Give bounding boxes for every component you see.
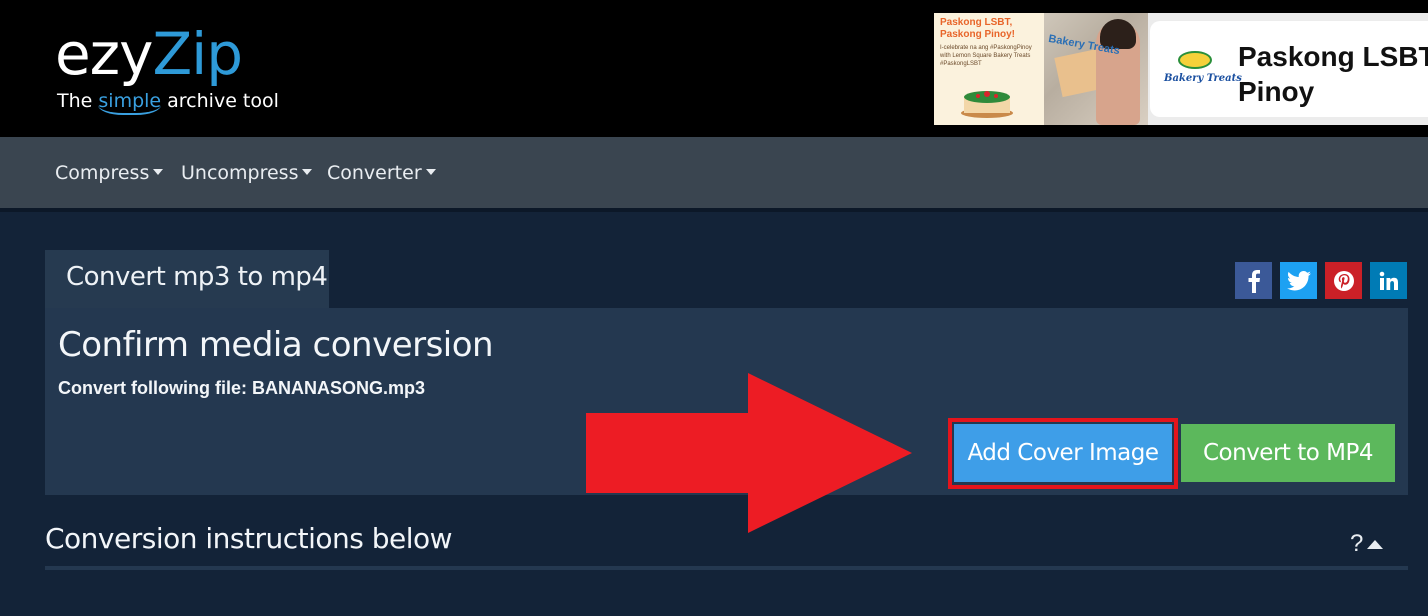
caret-down-icon xyxy=(153,169,164,175)
tab-label: Convert mp3 to mp4 xyxy=(66,262,328,292)
main-navbar: Compress Uncompress Converter xyxy=(0,137,1428,208)
ezyzip-logo[interactable]: ezyZip xyxy=(55,20,243,88)
ad-card: Bakery Treats Paskong LSBT, Pinoy xyxy=(1150,21,1428,117)
ad-promo-panel: Paskong LSBT, Paskong Pinoy! I-celebrate… xyxy=(934,13,1044,125)
tagline-highlight: simple xyxy=(98,90,162,115)
nav-uncompress-label: Uncompress xyxy=(181,162,299,184)
caret-down-icon xyxy=(302,169,313,175)
twitter-share-button[interactable] xyxy=(1280,262,1317,299)
convert-to-mp4-button[interactable]: Convert to MP4 xyxy=(1181,424,1395,482)
linkedin-icon xyxy=(1379,271,1398,290)
ad-left-subtext: I-celebrate na ang #PaskongPinoy with Le… xyxy=(940,45,1032,67)
ad-title-line2: Pinoy xyxy=(1238,76,1315,107)
help-icon: ? xyxy=(1350,530,1364,557)
bakery-logo: Bakery Treats xyxy=(1164,51,1242,91)
file-info: Convert following file: BANANASONG.mp3 xyxy=(58,378,426,398)
nav-converter-dropdown[interactable]: Converter xyxy=(327,162,436,184)
instructions-divider xyxy=(45,566,1408,570)
caret-down-icon xyxy=(425,169,436,175)
nav-converter-label: Converter xyxy=(327,162,422,184)
bakery-logo-text: Bakery Treats xyxy=(1164,73,1242,84)
pinterest-share-button[interactable] xyxy=(1325,262,1362,299)
logo-ezy: ezy xyxy=(55,20,153,88)
nav-compress-label: Compress xyxy=(55,162,150,184)
logo-zip: Zip xyxy=(152,20,243,88)
red-arrow-annotation xyxy=(586,373,912,533)
twitter-icon xyxy=(1286,270,1311,290)
pinterest-icon xyxy=(1333,270,1354,291)
navbar-divider xyxy=(0,208,1428,212)
logo-wordmark: ezyZip xyxy=(55,20,243,88)
ad-photo: Bakery Treats xyxy=(1044,13,1148,125)
instructions-toggle[interactable]: ? xyxy=(1350,530,1384,558)
facebook-share-button[interactable] xyxy=(1235,262,1272,299)
caret-up-icon xyxy=(1367,539,1384,549)
nav-compress-dropdown[interactable]: Compress xyxy=(55,162,164,184)
instructions-heading: Conversion instructions below xyxy=(45,522,453,555)
nav-uncompress-dropdown[interactable]: Uncompress xyxy=(181,162,313,184)
facebook-icon xyxy=(1248,269,1260,293)
tagline-after: archive tool xyxy=(161,90,279,112)
linkedin-share-button[interactable] xyxy=(1370,262,1407,299)
ad-title-line1: Paskong LSBT, xyxy=(1238,41,1428,72)
tagline: The simple archive tool xyxy=(57,90,279,115)
panel-title: Confirm media conversion xyxy=(58,325,494,365)
ad-left-headline: Paskong LSBT, Paskong Pinoy! xyxy=(940,17,1016,40)
bakery-logo-mark xyxy=(1178,51,1212,69)
add-cover-image-button[interactable]: Add Cover Image xyxy=(954,424,1172,482)
ad-title: Paskong LSBT, Pinoy xyxy=(1238,39,1428,109)
advertisement-banner[interactable]: Paskong LSBT, Paskong Pinoy! I-celebrate… xyxy=(934,13,1428,125)
cake-image xyxy=(961,91,1013,118)
site-header: ezyZip The simple archive tool Paskong L… xyxy=(0,0,1428,137)
tagline-before: The xyxy=(57,90,99,112)
tab-convert-mp3-to-mp4[interactable]: Convert mp3 to mp4 xyxy=(45,250,329,308)
